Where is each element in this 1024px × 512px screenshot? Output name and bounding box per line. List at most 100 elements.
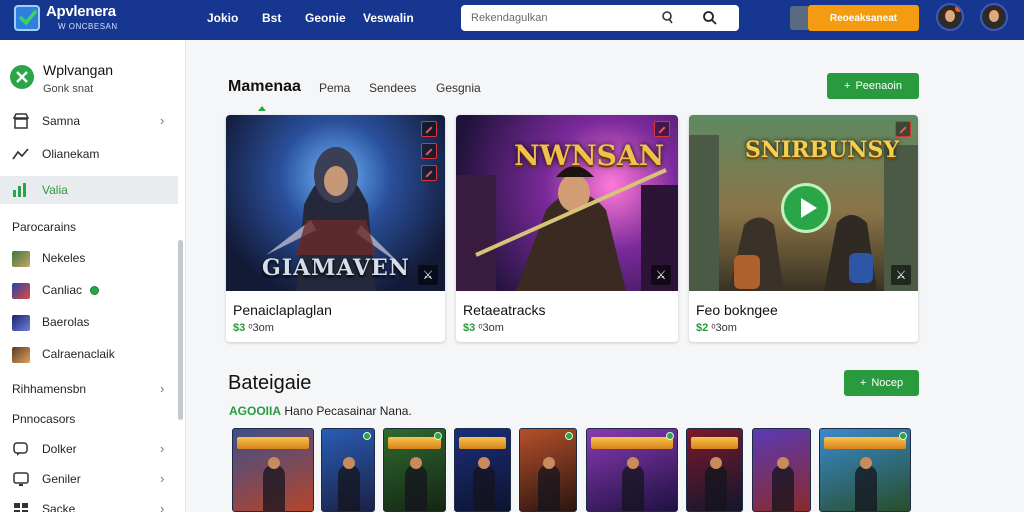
sidebar-item-active[interactable]: Valia [0,176,178,204]
character-figure [338,465,360,511]
user-avatar[interactable] [936,3,964,31]
game-thumbnail-icon [12,315,30,331]
sidebar-item-label: Geniler [42,472,81,486]
multiplayer-icon[interactable]: ⚔ [651,265,671,285]
game-thumbnail[interactable] [819,428,911,512]
featured-highlight: AGOOIIA [229,404,282,418]
character-head [343,457,355,469]
sidebar-item-monitor[interactable]: Geniler › [0,465,178,493]
game-thumbnail[interactable] [519,428,577,512]
avatar-face [945,10,955,22]
profile-subtitle: Gonk snat [43,83,94,95]
game-cover-image[interactable]: NWNSAN ⚔ [456,115,678,291]
game-thumbnail[interactable] [383,428,446,512]
sidebar-item-label: Baerolas [42,315,90,329]
game-thumbnail[interactable] [454,428,511,512]
search-icon[interactable] [702,10,718,26]
brand-subtitle: W ONCBESAN [58,22,118,31]
character-figure [622,465,644,511]
game-cover-image[interactable]: SNIRBUNSY ⚔ [689,115,918,291]
game-card[interactable]: NWNSAN ⚔ Retaeatracks $3 ᵒ3om [456,115,678,342]
featured-text: Hano Pecasainar Nana. [284,404,412,418]
profile-icon[interactable] [10,65,34,89]
add-button-label: Peenaoin [855,80,902,92]
location-search-icon[interactable] [660,10,676,26]
character-figure [705,465,727,511]
online-status-icon [90,286,99,295]
plus-icon: + [859,377,867,389]
sidebar-item-chat[interactable]: Dolker › [0,435,178,463]
nav-link-3[interactable]: Geonie [305,11,346,25]
game-card[interactable]: GIAMAVEN ⚔ Penaiclaplaglan $3 ᵒ3om [226,115,445,342]
thumbnail-title-banner [824,437,906,449]
action-badge-icon[interactable] [654,121,670,137]
online-status-icon [434,432,442,440]
character-figure [473,465,495,511]
character-head [860,457,872,469]
action-badge-icon[interactable] [895,121,911,137]
secondary-avatar[interactable] [980,3,1008,31]
tab-2[interactable]: Sendees [369,81,416,95]
section2-button-label: Nocep [871,377,904,389]
sidebar-item-trending[interactable]: Olianekam [0,140,178,168]
app-logo-icon[interactable] [14,5,40,31]
game-thumbnail[interactable] [321,428,375,512]
cta-button[interactable]: Reoeaksaneat [808,5,919,31]
add-button[interactable]: + Peenaoin [827,73,919,99]
chevron-right-icon: › [160,381,165,396]
sidebar-game-item[interactable]: Calraenaclaik [0,340,178,368]
sidebar-item-store[interactable]: Samna › [0,107,178,135]
thumbnail-title-banner [388,437,441,449]
sidebar-item-label: Valia [42,183,68,197]
game-thumbnail[interactable] [232,428,314,512]
card-title: Feo bokngee [696,302,778,318]
multiplayer-icon[interactable]: ⚔ [418,265,438,285]
nav-link-2[interactable]: Bst [262,11,281,25]
online-status-icon [565,432,573,440]
search-input[interactable] [471,10,651,26]
sidebar-game-item[interactable]: Nekeles [0,244,178,272]
avatar-face [989,10,999,22]
section2-title: Bateigaie [228,372,312,394]
cta-dropdown-button[interactable] [790,6,808,30]
price-value: $2 [696,322,709,334]
action-badge-icon[interactable] [421,165,437,181]
sidebar-more-link[interactable]: Rihhamensbn › [0,375,178,403]
sidebar-item-label: Nekeles [42,251,86,265]
online-status-icon [363,432,371,440]
tab-1[interactable]: Pema [319,81,350,95]
character-head [410,457,422,469]
card-price: $3 ᵒ3om [463,322,504,334]
chevron-right-icon: › [160,441,165,456]
section2-button[interactable]: + Nocep [844,370,919,396]
sidebar-game-item[interactable]: Baerolas [0,308,178,336]
sidebar-item-grid[interactable]: Sacke › [0,495,178,512]
chevron-right-icon: › [160,113,165,128]
thumbnail-title-banner [237,437,309,449]
game-thumbnail[interactable] [752,428,811,512]
sidebar-scrollbar[interactable] [178,240,183,420]
chart-icon [13,183,26,197]
action-badge-icon[interactable] [421,121,437,137]
character-head [543,457,555,469]
play-video-icon[interactable] [781,183,831,233]
price-value: $3 [463,322,476,334]
sidebar-game-item[interactable]: Canliac [0,276,178,304]
sidebar-item-label: Calraenaclaik [42,347,115,361]
brand-title: Apvlenera [46,3,116,20]
main-content: Mamenaa Pema Sendees Gesgnia + Peenaoin … [186,40,1024,512]
action-badge-icon[interactable] [421,143,437,159]
game-thumbnail[interactable] [586,428,678,512]
game-card[interactable]: SNIRBUNSY ⚔ Feo bokngee $2 ᵒ3om [689,115,918,342]
active-tab-indicator [258,106,266,111]
sidebar-item-label: Sacke [42,502,76,512]
nav-link-1[interactable]: Jokio [207,11,238,25]
cover-title-text: SNIRBUNSY [745,137,900,163]
game-cover-image[interactable]: GIAMAVEN ⚔ [226,115,445,291]
nav-link-4[interactable]: Veswalin [363,11,414,25]
multiplayer-icon[interactable]: ⚔ [891,265,911,285]
featured-description: AGOOIIA Hano Pecasainar Nana. [229,404,412,418]
card-title: Retaeatracks [463,302,546,318]
game-thumbnail[interactable] [686,428,743,512]
tab-3[interactable]: Gesgnia [436,81,481,95]
